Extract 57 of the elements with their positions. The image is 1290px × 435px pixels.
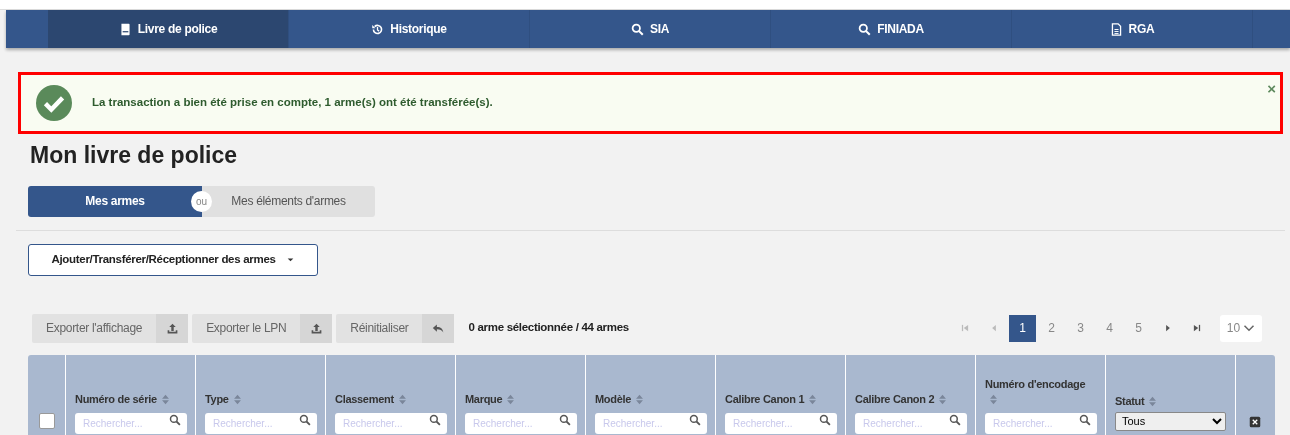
nav-tab[interactable]: Livre de police bbox=[48, 10, 289, 48]
search-icon bbox=[689, 413, 701, 426]
search-icon bbox=[559, 413, 571, 426]
nav-tab[interactable]: FINIADA bbox=[771, 10, 1012, 48]
column-header[interactable]: Numéro d'encodage bbox=[985, 376, 1086, 392]
page-button[interactable]: 5 bbox=[1125, 314, 1152, 342]
upload-icon bbox=[309, 321, 323, 335]
sort-icon bbox=[396, 393, 408, 407]
search-icon bbox=[1079, 413, 1091, 426]
status-select[interactable]: Tous bbox=[1115, 411, 1226, 431]
sort-icon bbox=[634, 393, 646, 407]
selection-summary: 0 arme sélectionnée / 44 armes bbox=[468, 320, 629, 336]
toolbar-button[interactable]: Exporter l'affichage bbox=[32, 313, 189, 343]
sort-icon bbox=[937, 393, 949, 407]
select-all-checkbox[interactable] bbox=[39, 412, 55, 429]
sort-icon bbox=[159, 393, 171, 407]
close-button[interactable]: × bbox=[1267, 81, 1276, 96]
close-icon bbox=[1249, 415, 1261, 428]
document-icon bbox=[1109, 22, 1123, 36]
search-icon bbox=[299, 413, 311, 426]
toolbar-button[interactable]: Réinitialiser bbox=[336, 313, 455, 343]
search-icon bbox=[630, 22, 644, 36]
actions-dropdown[interactable]: Ajouter/Transférer/Réceptionner des armes bbox=[28, 243, 318, 276]
toolbar-button[interactable]: Exporter le LPN bbox=[192, 313, 333, 343]
upload-icon bbox=[165, 321, 179, 335]
search-icon bbox=[819, 413, 831, 426]
alert-message: La transaction a bien été prise en compte, 1 arme(s) ont été transférée(s). bbox=[92, 95, 493, 111]
page-button[interactable]: 1 bbox=[1009, 314, 1036, 342]
column-header[interactable]: Modèle bbox=[595, 391, 632, 407]
column-header[interactable]: Classement bbox=[335, 391, 394, 407]
nav-tab[interactable]: Historique bbox=[289, 10, 530, 48]
page-size-select[interactable]: 10 bbox=[1220, 314, 1262, 342]
column-header[interactable]: Numéro de série bbox=[75, 391, 157, 407]
page-button[interactable]: 3 bbox=[1067, 314, 1094, 342]
nav-tab[interactable]: RGA bbox=[1012, 10, 1253, 48]
column-header[interactable]: Calibre Canon 2 bbox=[855, 391, 935, 407]
nav-tab[interactable]: SIA bbox=[530, 10, 771, 48]
column-header[interactable]: Calibre Canon 1 bbox=[725, 391, 805, 407]
page-title: Mon livre de police bbox=[30, 142, 239, 170]
search-icon bbox=[949, 413, 961, 426]
sort-icon bbox=[1147, 395, 1159, 409]
book-icon bbox=[118, 22, 132, 36]
column-header[interactable]: Marque bbox=[465, 391, 503, 407]
first-page-icon bbox=[959, 323, 970, 334]
check-circle-icon bbox=[36, 85, 72, 121]
last-page-icon bbox=[1191, 323, 1202, 334]
search-icon bbox=[858, 22, 872, 36]
column-header[interactable]: Statut bbox=[1115, 393, 1145, 409]
search-icon bbox=[429, 413, 441, 426]
sort-icon bbox=[807, 393, 819, 407]
sort-icon bbox=[988, 393, 999, 407]
history-icon bbox=[371, 22, 385, 36]
page-button[interactable]: 2 bbox=[1038, 314, 1065, 342]
column-header[interactable]: Type bbox=[205, 391, 229, 407]
sort-icon bbox=[231, 393, 243, 407]
sort-icon bbox=[505, 393, 517, 407]
search-icon bbox=[169, 413, 181, 426]
